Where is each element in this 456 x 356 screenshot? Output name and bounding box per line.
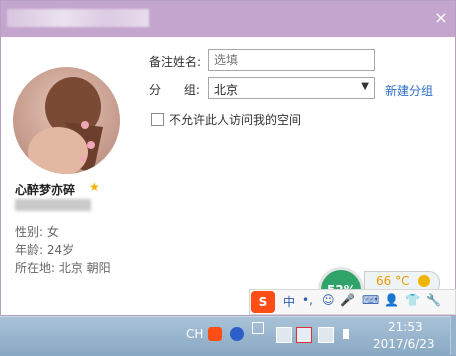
new-group-link[interactable]: 新建分组 — [385, 82, 433, 99]
remark-name-input[interactable] — [208, 49, 375, 71]
user-icon[interactable]: 👤 — [384, 293, 399, 307]
temperature-icon — [418, 275, 430, 287]
usb-icon[interactable] — [276, 327, 292, 343]
remark-label: 备注姓名: — [149, 55, 202, 69]
group-select[interactable]: 北京 ▼ — [208, 77, 375, 99]
star-icon: ★ — [89, 180, 100, 194]
emoji-icon[interactable]: ☺ — [322, 293, 335, 307]
volume-icon[interactable] — [343, 329, 349, 339]
action-center-icon[interactable] — [252, 322, 264, 334]
nickname: 心醉梦亦碎 — [15, 183, 76, 197]
avatar — [13, 67, 120, 174]
language-indicator[interactable]: CH — [186, 327, 203, 341]
group-value: 北京 — [214, 83, 239, 97]
gender-info: 性别: 女 — [15, 225, 59, 239]
privacy-checkbox[interactable] — [151, 113, 164, 126]
close-button[interactable]: × — [433, 10, 449, 26]
ime-lang-toggle[interactable]: 中 — [283, 293, 295, 310]
location-info: 所在地: 北京 朝阳 — [15, 261, 111, 275]
sogou-logo-icon[interactable]: S — [251, 291, 275, 313]
settings-tools-icon[interactable]: 🔧 — [426, 293, 441, 307]
sogou-tray-icon[interactable] — [208, 327, 222, 341]
temperature-value: 66 °C — [376, 274, 410, 288]
blurred-title — [7, 9, 149, 27]
dropdown-arrow-icon: ▼ — [361, 81, 369, 92]
punctuation-icon[interactable]: •, — [302, 293, 313, 307]
help-icon[interactable] — [230, 327, 244, 341]
privacy-label: 不允许此人访问我的空间 — [169, 113, 302, 127]
blurred-account-id — [15, 199, 91, 211]
microphone-icon[interactable]: 🎤 — [340, 293, 355, 307]
clock-time[interactable]: 21:53 — [388, 320, 423, 334]
age-info: 年龄: 24岁 — [15, 243, 75, 257]
keyboard-icon[interactable]: ⌨ — [362, 293, 379, 307]
avatar-image — [13, 67, 120, 174]
group-label: 分 组: — [149, 83, 200, 97]
skin-icon[interactable]: 👕 — [405, 293, 420, 307]
screen-icon[interactable] — [318, 327, 334, 343]
clock-date[interactable]: 2017/6/23 — [373, 337, 435, 351]
title-bar[interactable]: × — [1, 1, 455, 37]
add-friend-dialog: × 心醉梦亦碎 ★ 性别: 女 年龄: 24岁 所在地: 北京 朝阳 备注姓名:… — [0, 0, 456, 316]
show-desktop-button[interactable] — [450, 316, 456, 355]
network-error-icon[interactable] — [296, 327, 312, 343]
